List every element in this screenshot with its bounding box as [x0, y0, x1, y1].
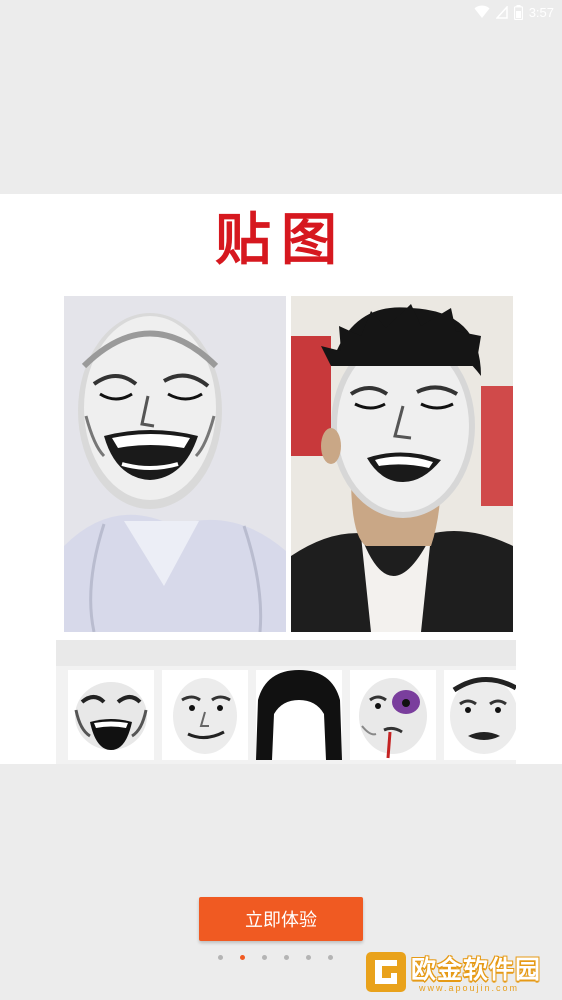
status-time: 3:57	[528, 4, 554, 20]
sticker-strip[interactable]	[56, 640, 516, 764]
signal-icon	[495, 5, 508, 19]
page-dot	[218, 955, 223, 960]
photo-right	[291, 296, 513, 632]
try-now-button[interactable]: 立即体验	[199, 897, 363, 941]
photo-left	[64, 296, 286, 632]
sticker-laughing-face[interactable]	[68, 670, 154, 760]
sticker-smirk-face[interactable]	[162, 670, 248, 760]
feature-banner: 贴图	[0, 194, 562, 764]
page-dot	[328, 955, 333, 960]
meme-face-photo-left	[64, 296, 286, 632]
watermark: 欧金软件园 www.apoujin.com	[365, 947, 562, 1000]
watermark-url: www.apoujin.com	[419, 983, 520, 993]
status-icons: 3:57	[474, 3, 554, 21]
page-dot	[262, 955, 267, 960]
banner-title: 贴图	[215, 207, 347, 273]
battery-icon	[513, 4, 523, 20]
sticker-strip-bar	[56, 640, 516, 666]
status-bar: 3:57	[0, 0, 562, 24]
wifi-icon	[474, 5, 490, 18]
meme-face-photo-right	[291, 296, 513, 632]
page-dot	[284, 955, 289, 960]
page-dot	[306, 955, 311, 960]
sticker-black-hair[interactable]	[256, 670, 342, 760]
sticker-bruised-face[interactable]	[350, 670, 436, 760]
watermark-text: 欧金软件园	[411, 955, 542, 984]
page-indicator	[218, 955, 333, 960]
sticker-grimace-face[interactable]	[444, 670, 516, 760]
page-dot	[240, 955, 245, 960]
watermark-logo-icon	[366, 952, 406, 992]
